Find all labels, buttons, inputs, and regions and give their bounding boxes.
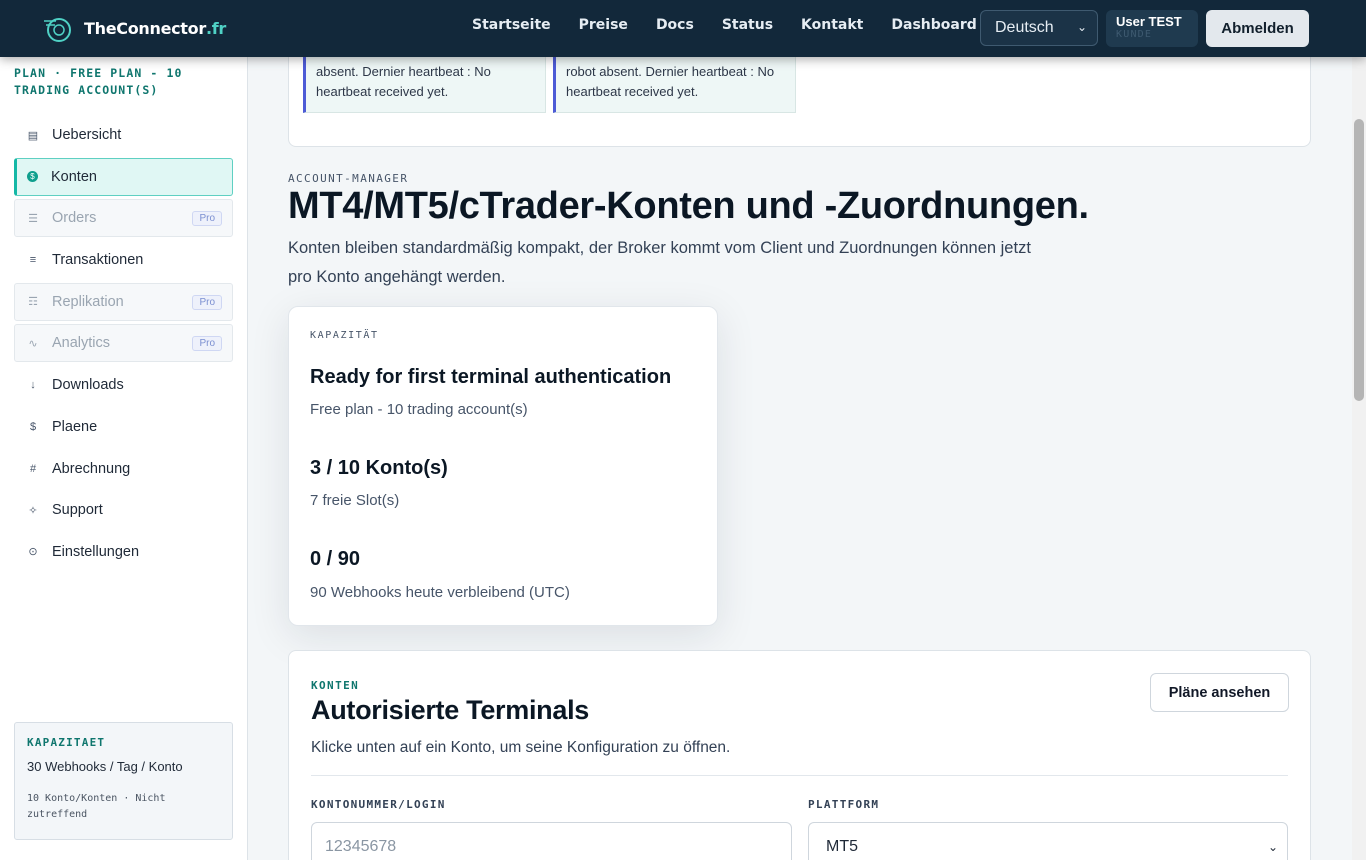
nav-link-startseite[interactable]: Startseite: [472, 17, 551, 33]
terminals-eyebrow: KONTEN: [311, 679, 360, 692]
language-select[interactable]: Deutsch ⌄: [980, 10, 1098, 46]
account-number-label: KONTONUMMER/LOGIN: [311, 798, 446, 811]
support-icon: ✧: [28, 504, 38, 517]
heartbeat-alert: CTRADER-0C1393A1 : heartbeat robot absen…: [553, 57, 796, 113]
pro-badge: Pro: [192, 294, 222, 310]
sidebar-item-label: Downloads: [52, 377, 124, 394]
sidebar-item-label: Transaktionen: [52, 252, 144, 269]
brand-tld: .fr: [205, 18, 226, 38]
page-eyebrow: ACCOUNT-MANAGER: [288, 172, 409, 185]
capacity-note: 10 Konto/Konten · Nicht zutreffend: [27, 793, 166, 820]
heartbeat-alert: MT4-F8C76D5E : heartbeat robot absent. D…: [303, 57, 546, 113]
sidebar-item-label: Uebersicht: [52, 127, 122, 143]
sidebar-item-uebersicht[interactable]: ▤ Uebersicht: [14, 116, 233, 154]
analytics-icon: ∿: [28, 337, 38, 350]
capacity-card-eyebrow: KAPAZITÄT: [310, 330, 379, 341]
replication-icon: ☶: [28, 296, 38, 309]
nav-link-dashboard[interactable]: Dashboard: [891, 17, 976, 33]
accounts-icon: $: [27, 171, 38, 183]
platform-label: PLATTFORM: [808, 798, 880, 811]
logout-button[interactable]: Abmelden: [1206, 10, 1309, 47]
hash-icon: #: [29, 462, 37, 475]
plan-label: PLAN · FREE PLAN - 10 TRADING ACCOUNT(S): [14, 66, 183, 97]
sidebar-item-plaene[interactable]: $ Plaene: [14, 408, 233, 446]
sidebar-item-label: Konten: [51, 168, 97, 185]
sidebar-item-konten[interactable]: $ Konten: [14, 157, 233, 196]
webhooks-count: 0 / 90: [310, 548, 361, 570]
sidebar-menu: ▤ Uebersicht $ Konten ☰ Orders Pro ≡ Tra…: [14, 116, 233, 575]
brand-logo-icon: [44, 18, 71, 42]
main-content: MT4-F8C76D5E : heartbeat robot absent. D…: [248, 57, 1352, 860]
sidebar-item-label: Einstellungen: [52, 543, 140, 560]
overview-icon: ▤: [27, 129, 39, 142]
sidebar-item-label: Orders: [52, 210, 97, 227]
platform-select[interactable]: MT5 ⌄: [808, 822, 1288, 860]
sidebar-item-abrechnung[interactable]: # Abrechnung: [14, 450, 233, 488]
sidebar-item-analytics[interactable]: ∿ Analytics Pro: [14, 324, 233, 363]
page-description: Konten bleiben standardmäßig kompakt, de…: [288, 239, 1031, 286]
capacity-card: KAPAZITÄT Ready for first terminal authe…: [288, 306, 718, 626]
sidebar-item-label: Support: [52, 502, 103, 519]
nav-link-kontakt[interactable]: Kontakt: [801, 17, 863, 33]
sidebar-item-support[interactable]: ✧ Support: [14, 491, 233, 529]
nav-link-docs[interactable]: Docs: [656, 17, 694, 33]
transactions-icon: ≡: [29, 254, 37, 267]
nav-link-status[interactable]: Status: [722, 17, 773, 33]
language-value: Deutsch: [995, 19, 1054, 36]
page-scrollbar[interactable]: [1352, 57, 1366, 860]
sidebar-item-label: Plaene: [52, 418, 98, 435]
pro-badge: Pro: [192, 211, 222, 227]
capacity-value: 30 Webhooks / Tag / Konto: [27, 759, 183, 774]
alert-text: MT4-F8C76D5E : heartbeat robot absent. D…: [316, 57, 510, 99]
divider: [311, 775, 1288, 776]
brand[interactable]: TheConnector .fr: [42, 13, 226, 43]
heartbeat-alerts-panel: MT4-F8C76D5E : heartbeat robot absent. D…: [288, 57, 1311, 147]
terminals-description: Klicke unten auf ein Konto, um seine Kon…: [311, 739, 731, 756]
sidebar-item-label: Analytics: [52, 335, 111, 352]
pro-badge: Pro: [192, 336, 222, 352]
sidebar: PLAN · FREE PLAN - 10 TRADING ACCOUNT(S)…: [0, 57, 248, 860]
alert-text: CTRADER-0C1393A1 : heartbeat robot absen…: [566, 57, 775, 99]
sidebar-item-orders[interactable]: ☰ Orders Pro: [14, 199, 233, 238]
webhooks-remaining: 90 Webhooks heute verbleibend (UTC): [310, 584, 570, 601]
dollar-icon: $: [29, 420, 37, 433]
chevron-down-icon: ⌄: [1076, 20, 1087, 34]
accounts-count: 3 / 10 Konto(s): [310, 457, 448, 479]
view-plans-button[interactable]: Pläne ansehen: [1150, 673, 1289, 712]
nav-link-preise[interactable]: Preise: [579, 17, 628, 33]
brand-name: TheConnector: [84, 18, 206, 38]
page-title: MT4/MT5/cTrader-Konten und -Zuordnungen.: [288, 185, 1089, 227]
platform-value: MT5: [826, 838, 858, 855]
sidebar-item-downloads[interactable]: ↓ Downloads: [14, 366, 233, 404]
terminals-title: Autorisierte Terminals: [311, 695, 589, 725]
user-role: KUNDE: [1116, 29, 1153, 40]
account-number-input[interactable]: [311, 822, 792, 860]
authorized-terminals-panel: KONTEN Autorisierte Terminals Klicke unt…: [288, 650, 1311, 860]
sidebar-item-transaktionen[interactable]: ≡ Transaktionen: [14, 241, 233, 279]
orders-icon: ☰: [28, 212, 38, 225]
capacity-plan: Free plan - 10 trading account(s): [310, 401, 528, 418]
sidebar-item-einstellungen[interactable]: ⊙ Einstellungen: [14, 533, 233, 571]
user-menu[interactable]: User TEST KUNDE: [1106, 10, 1198, 47]
scrollbar-thumb[interactable]: [1354, 119, 1364, 401]
sidebar-capacity-box: KAPAZITAET 30 Webhooks / Tag / Konto 10 …: [14, 722, 233, 840]
free-slots: 7 freie Slot(s): [310, 492, 400, 509]
user-name: User TEST: [1116, 14, 1182, 29]
top-navigation-bar: TheConnector .fr Startseite Preise Docs S…: [0, 0, 1366, 57]
capacity-headline: Ready for first terminal authentication: [310, 366, 672, 388]
chevron-down-icon: ⌄: [1267, 840, 1278, 854]
main-nav: Startseite Preise Docs Status Kontakt Da…: [472, 17, 1005, 33]
settings-icon: ⊙: [28, 546, 38, 559]
sidebar-item-label: Replikation: [52, 293, 124, 310]
sidebar-item-replikation[interactable]: ☶ Replikation Pro: [14, 282, 233, 321]
sidebar-item-label: Abrechnung: [52, 460, 131, 477]
download-icon: ↓: [30, 379, 36, 392]
capacity-title: KAPAZITAET: [27, 736, 106, 749]
